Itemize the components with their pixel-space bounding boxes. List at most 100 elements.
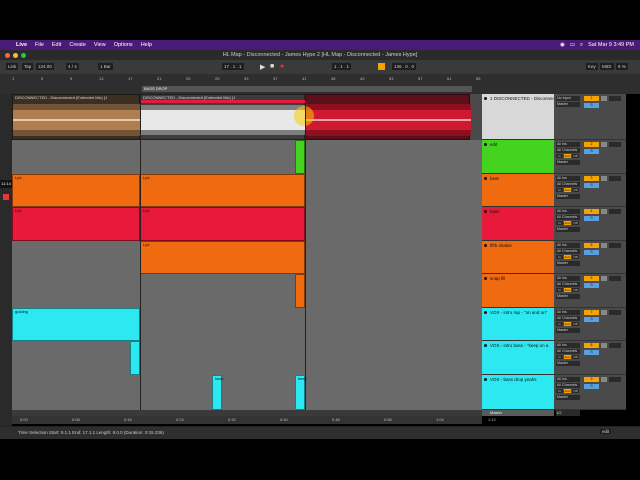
ruler-bar-label[interactable]: 49 [360,76,364,81]
lane-edit[interactable] [12,140,482,175]
link-button[interactable]: Link [6,63,19,70]
monitor-off-button[interactable]: Off [572,154,579,158]
record-indicator-icon[interactable] [3,194,9,200]
track-fold-icon[interactable] [484,378,487,381]
track-activator-button[interactable]: 9 [584,377,599,382]
input-channel-select[interactable]: All Channels [556,215,580,220]
ruler-bar-label[interactable]: 29 [215,76,219,81]
track-fold-icon[interactable] [484,177,487,180]
quantize-menu[interactable]: 1 Bar [98,63,113,70]
ruler-bar-label[interactable]: 53 [389,76,393,81]
track-arm-button[interactable] [601,377,607,382]
track-volume-field[interactable] [609,310,621,315]
lane-audio[interactable]: DISCONNECTED - Disconnected (Extended Mi… [12,94,482,141]
input-channel-select[interactable]: All Channels [556,316,580,321]
track-fold-icon[interactable] [484,244,487,247]
output-select[interactable]: Master [556,294,580,299]
track-fold-icon[interactable] [484,311,487,314]
lane-vox-bass-drop[interactable]: keep keep [12,375,482,410]
clip-vox-guiding[interactable]: guiding [12,308,140,341]
clip-beat-1[interactable]: Lyd [12,174,140,207]
track-name[interactable]: VOX - intro bass - "keep on a [490,343,548,348]
track-solo-button[interactable]: S [584,250,599,255]
menu-file[interactable]: File [35,42,44,48]
monitor-auto-button[interactable]: Auto [564,389,571,393]
monitor-in-button[interactable]: In [556,389,563,393]
track-activator-button[interactable]: 6 [584,276,599,281]
monitor-in-button[interactable]: In [556,288,563,292]
menu-live[interactable]: Live [16,42,27,48]
track-arm-button[interactable] [601,176,607,181]
track-fold-icon[interactable] [484,97,487,100]
input-type-select[interactable]: All Ins [556,243,580,248]
locator-bass-drop[interactable]: BASS DROP [144,86,167,91]
track-name[interactable]: snap fill [490,276,505,281]
master-header[interactable]: Master [482,410,554,416]
position-field[interactable]: 17 . 1 . 1 [222,63,244,70]
menu-help[interactable]: Help [141,42,152,48]
locator-bar[interactable]: BASS DROP [142,86,472,92]
clip-snap-fill[interactable] [295,274,305,308]
lane-bass[interactable]: Lyd Lyd [12,207,482,242]
track-arm-button[interactable] [601,142,607,147]
track-solo-button[interactable]: S [584,216,599,221]
track-header-9[interactable]: VOX - bass drop yeahs [482,375,554,410]
input-channel-select[interactable]: All Channels [556,383,580,388]
input-channel-select[interactable]: All Channels [556,282,580,287]
monitor-in-button[interactable]: In [556,188,563,192]
ruler-bar-label[interactable]: 21 [157,76,161,81]
monitor-off-button[interactable]: Off [572,188,579,192]
tap-tempo-button[interactable]: Tap [22,63,34,70]
clip-vox-keep-2[interactable]: keep [295,375,307,410]
monitor-off-button[interactable]: Off [572,255,579,259]
monitor-auto-button[interactable]: Auto [564,154,571,158]
monitor-in-button[interactable]: In [556,322,563,326]
clip-vox-intro-bass[interactable] [130,341,140,375]
input-type-select[interactable]: No Input [556,96,580,101]
monitor-off-button[interactable]: Off [572,355,579,359]
lane-snap-fill[interactable] [12,274,482,309]
track-solo-button[interactable]: S [584,283,599,288]
track-fold-icon[interactable] [484,344,487,347]
output-select[interactable]: Master [556,261,580,266]
track-name[interactable]: fifth shaker [490,243,512,248]
track-activator-button[interactable]: 7 [584,310,599,315]
monitor-auto-button[interactable]: Auto [564,322,571,326]
track-name[interactable]: edit [490,142,497,147]
track-activator-button[interactable]: 4 [584,209,599,214]
lane-vox-intro-rap[interactable]: guiding [12,308,482,342]
clip-beat-2[interactable]: Lyd [140,174,305,207]
menu-view[interactable]: View [94,42,106,48]
output-select[interactable]: Master [556,227,580,232]
track-name[interactable]: VOX - intro rap - "on and on" [490,310,547,315]
input-type-select[interactable]: All Ins [556,176,580,181]
track-arm-button[interactable] [601,209,607,214]
search-icon[interactable]: ⌕ [580,42,583,49]
track-activator-button[interactable]: 1 [584,96,599,101]
clock[interactable]: Sat Mar 9 3:49 PM [588,42,634,49]
track-fold-icon[interactable] [484,143,487,146]
monitor-off-button[interactable]: Off [572,322,579,326]
ruler-bar-label[interactable]: 25 [186,76,190,81]
track-solo-button[interactable]: S [584,183,599,188]
track-volume-field[interactable] [609,96,621,101]
monitor-off-button[interactable]: Off [572,221,579,225]
input-type-select[interactable]: All Ins [556,343,580,348]
monitor-auto-button[interactable]: Auto [564,355,571,359]
track-activator-button[interactable]: 5 [584,243,599,248]
time-ruler-bottom[interactable]: 0:00 0:08 0:16 0:24 0:32 0:40 0:48 0:56 1:04 1:12 [12,416,496,424]
track-solo-button[interactable]: S [584,317,599,322]
output-select[interactable]: Master [556,194,580,199]
ruler-bar-label[interactable]: 1 [12,76,14,81]
track-solo-button[interactable]: S [584,350,599,355]
track-header-8[interactable]: VOX - intro bass - "keep on a [482,341,554,375]
ruler-bar-label[interactable]: 5 [41,76,43,81]
arrangement-view[interactable]: DISCONNECTED - Disconnected (Extended Mi… [12,94,482,410]
menu-options[interactable]: Options [114,42,133,48]
output-select[interactable]: Master [556,361,580,366]
minimize-window-button[interactable] [13,53,18,58]
ruler-bar-label[interactable]: 57 [418,76,422,81]
lane-vox-intro-bass[interactable] [12,341,482,376]
track-arm-button[interactable] [601,276,607,281]
track-arm-button[interactable] [601,243,607,248]
